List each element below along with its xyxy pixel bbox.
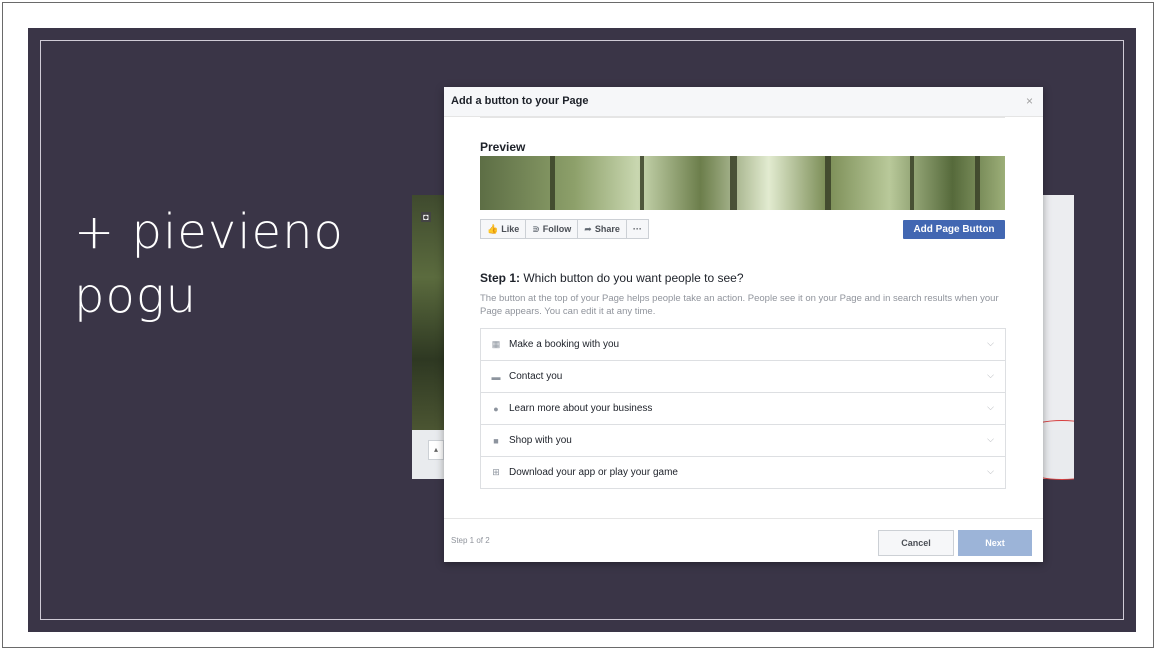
thumbs-up-icon: 👍 <box>487 223 499 234</box>
dialog-title: Add a button to your Page <box>451 95 589 107</box>
download-icon: ⊞ <box>492 467 500 477</box>
chevron-down-icon: ⌵ <box>987 370 994 380</box>
option-contact[interactable]: ▬ Contact you ⌵ <box>481 361 1005 393</box>
follow-button[interactable]: ⋑ Follow <box>526 219 579 239</box>
calendar-icon: ▦ <box>491 339 501 349</box>
shopping-bag-icon: ■ <box>493 435 499 446</box>
tree-trunk <box>975 156 980 210</box>
option-label: Contact you <box>509 371 563 382</box>
option-download-app[interactable]: ⊞ Download your app or play your game ⌵ <box>481 457 1005 488</box>
option-label: Make a booking with you <box>509 339 620 350</box>
dialog-header: Add a button to your Page × <box>444 87 1043 117</box>
option-shop[interactable]: ■ Shop with you ⌵ <box>481 425 1005 457</box>
like-button[interactable]: 👍 Like <box>480 219 527 239</box>
chevron-down-icon: ⌵ <box>987 338 994 348</box>
slide-title: + pievieno pogu <box>74 204 344 324</box>
tree-trunk <box>730 156 737 210</box>
background-cover-photo: ◘ <box>412 195 444 430</box>
chevron-down-icon: ⌵ <box>987 402 994 412</box>
close-icon[interactable]: × <box>1026 94 1033 108</box>
button-options-list: ▦ Make a booking with you ⌵ ▬ Contact yo… <box>480 328 1006 489</box>
rss-icon: ⋑ <box>532 223 540 234</box>
divider <box>480 117 1005 118</box>
like-label: Like <box>501 224 520 234</box>
tree-trunk <box>550 156 555 210</box>
step-heading: Step 1: Which button do you want people … <box>480 271 744 285</box>
option-learn-more[interactable]: ● Learn more about your business ⌵ <box>481 393 1005 425</box>
step-description: The button at the top of your Page helps… <box>480 293 999 317</box>
tree-trunk <box>640 156 644 210</box>
step-count: Step 1 of 2 <box>451 536 490 545</box>
option-make-booking[interactable]: ▦ Make a booking with you ⌵ <box>481 329 1005 361</box>
share-arrow-icon: ➦ <box>584 223 592 234</box>
chevron-down-icon: ⌵ <box>987 466 994 476</box>
camera-icon: ◘ <box>421 212 431 222</box>
cover-photo-preview <box>480 156 1005 210</box>
chevron-down-icon: ⌵ <box>987 434 994 444</box>
more-button[interactable]: ··· <box>626 219 649 239</box>
option-label: Download your app or play your game <box>509 467 678 478</box>
add-button-dialog: Add a button to your Page × Preview 👍 Li… <box>444 87 1043 562</box>
next-button[interactable]: Next <box>958 530 1032 556</box>
step-question: Which button do you want people to see? <box>520 271 744 285</box>
share-button[interactable]: ➦ Share <box>578 219 627 239</box>
preview-page-actions: 👍 Like ⋑ Follow ➦ Share ··· <box>480 219 649 239</box>
preview-label: Preview <box>480 140 526 154</box>
tree-trunk <box>825 156 831 210</box>
cancel-button[interactable]: Cancel <box>878 530 954 556</box>
option-label: Learn more about your business <box>509 403 653 414</box>
option-label: Shop with you <box>509 435 572 446</box>
dialog-footer: Step 1 of 2 Cancel Next <box>444 518 1043 562</box>
follow-label: Follow <box>542 224 572 234</box>
tree-trunk <box>910 156 914 210</box>
info-icon: ● <box>493 403 499 414</box>
add-page-button[interactable]: Add Page Button <box>903 220 1005 239</box>
chat-icon: ▬ <box>491 371 501 382</box>
share-label: Share <box>594 224 620 234</box>
ellipsis-icon: ··· <box>632 224 642 234</box>
background-like-button: ▴ <box>428 440 444 460</box>
step-label: Step 1: <box>480 271 521 285</box>
